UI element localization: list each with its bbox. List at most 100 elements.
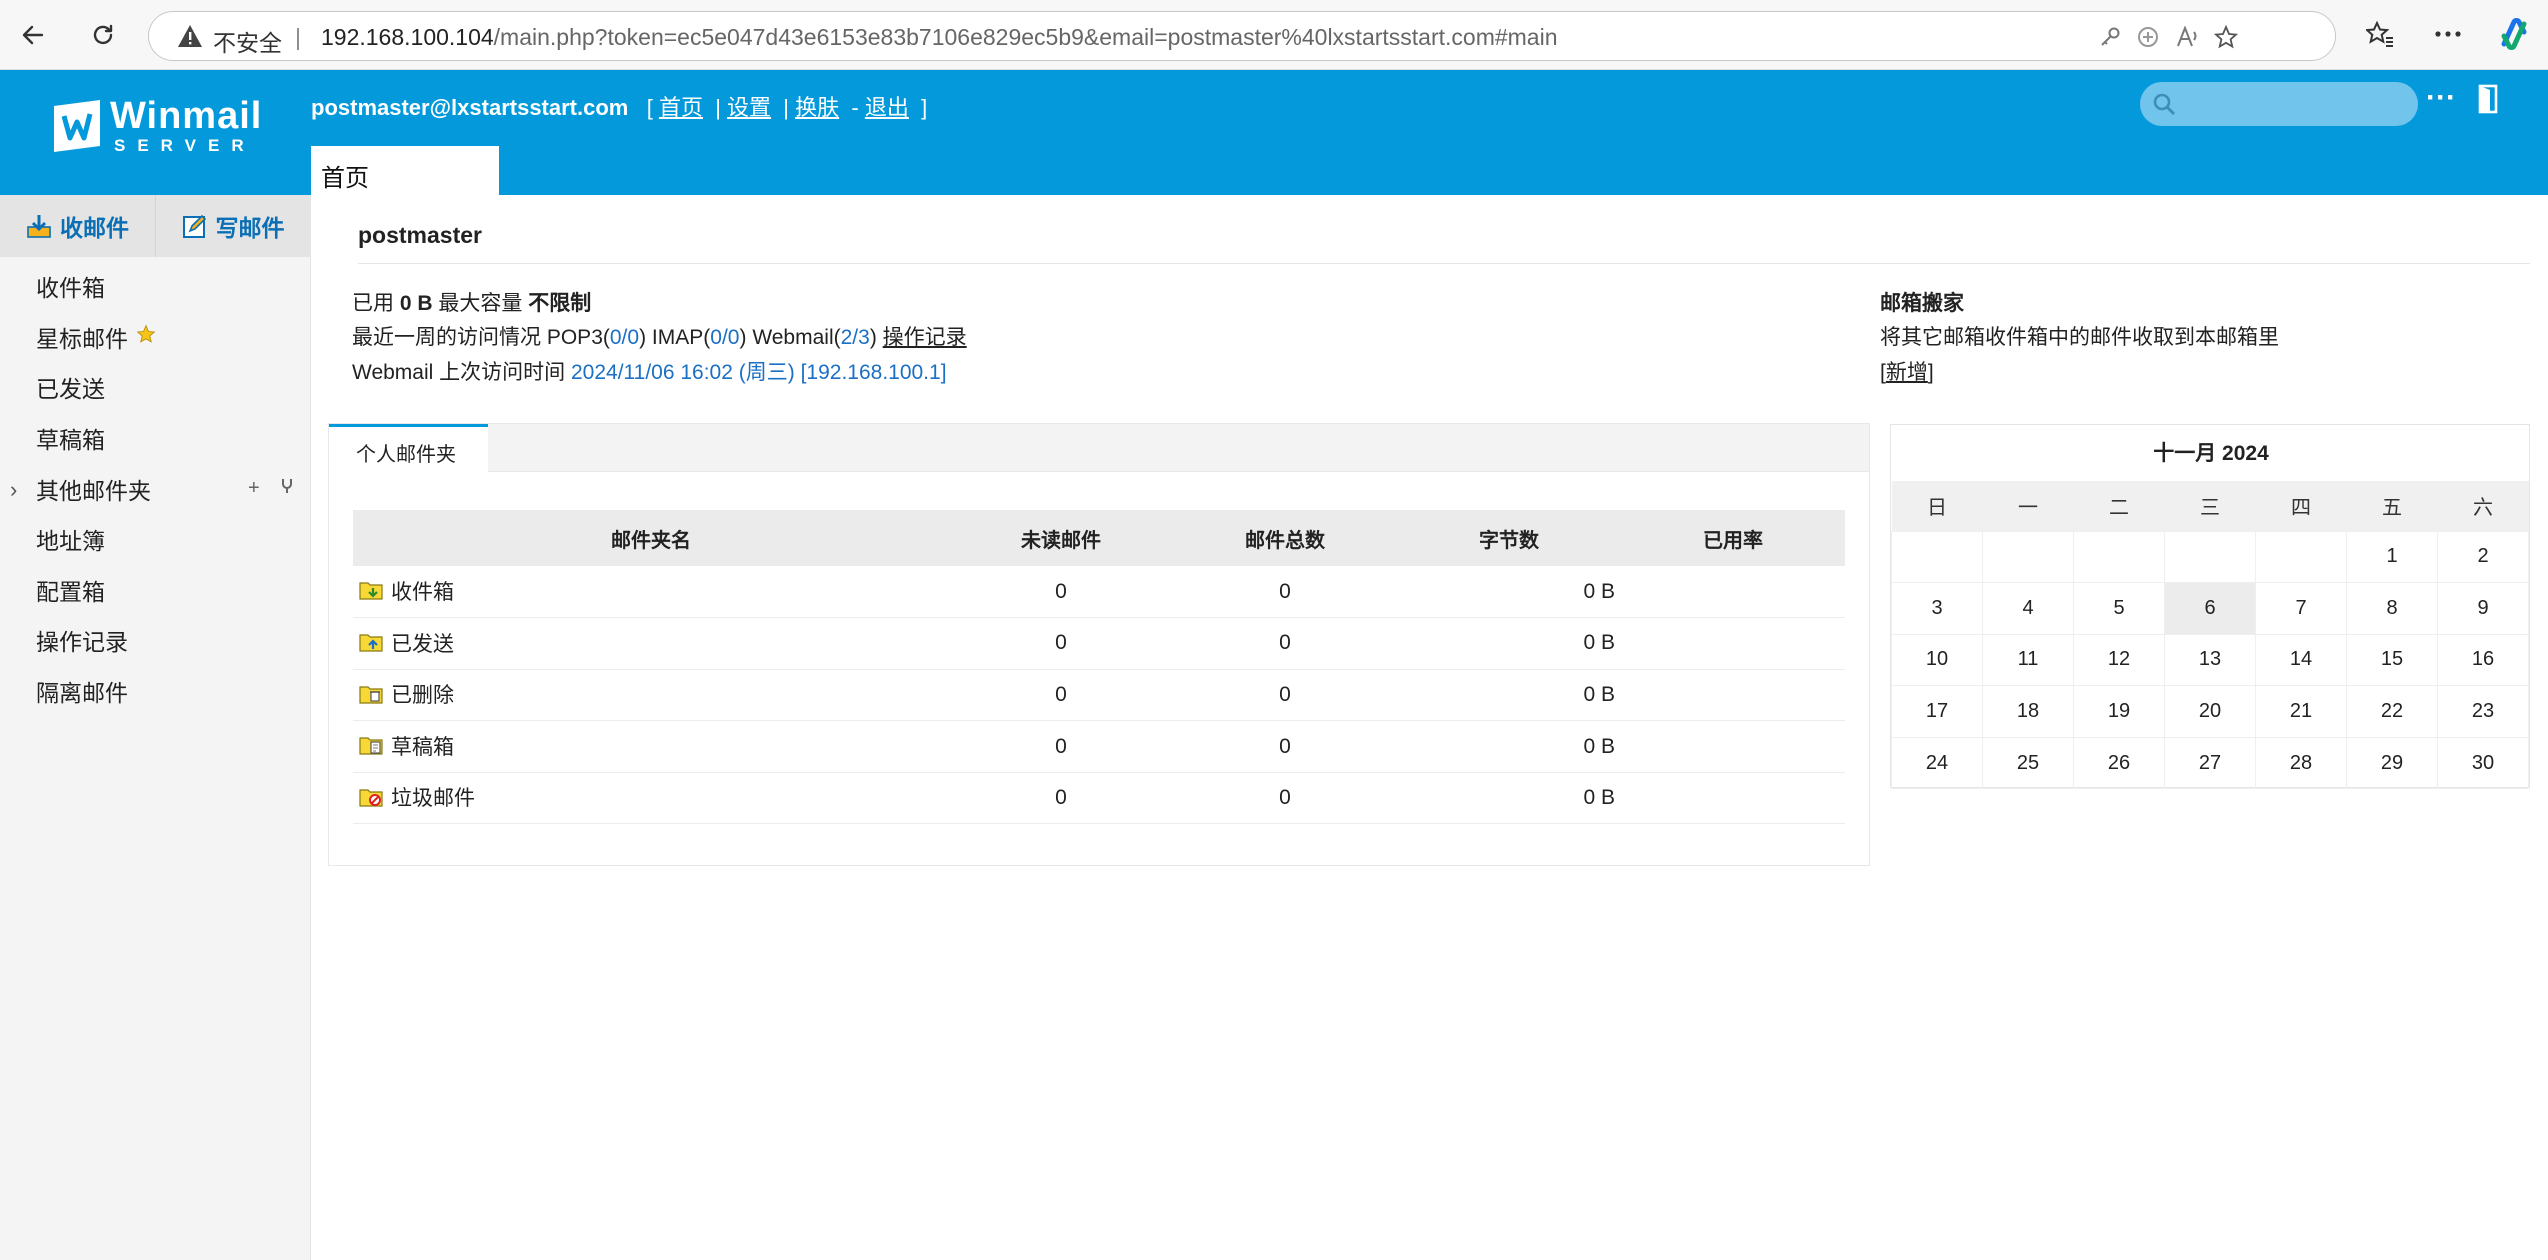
calendar-day[interactable]: 6 <box>2164 582 2256 635</box>
tab-home[interactable]: 首页 <box>311 146 499 195</box>
app-header: Winmail SERVER postmaster@lxstartsstart.… <box>0 70 2548 195</box>
calendar-day[interactable]: 15 <box>2346 633 2438 687</box>
sidebar-item-other-folders[interactable]: › 其他邮件夹 + <box>0 463 310 514</box>
calendar-day[interactable]: 22 <box>2346 685 2438 738</box>
calendar-day[interactable]: 29 <box>2346 736 2438 790</box>
inbox-folder-icon <box>359 579 385 607</box>
receive-mail-button[interactable]: 收邮件 <box>0 195 155 257</box>
address-bar[interactable]: 不安全 | 192.168.100.104/main.php?token=ec5… <box>148 11 2336 61</box>
exit-door-icon[interactable] <box>2476 84 2500 119</box>
max-value: 不限制 <box>528 292 592 315</box>
table-row[interactable]: 已删除 0 0 0 B <box>353 669 1845 722</box>
folder-name[interactable]: 已删除 <box>391 684 454 707</box>
calendar-day[interactable]: 8 <box>2346 582 2438 635</box>
search-input[interactable] <box>2140 82 2418 126</box>
url-text[interactable]: 192.168.100.104/main.php?token=ec5e047d4… <box>321 24 1558 51</box>
operation-log-link[interactable]: 操作记录 <box>883 326 967 349</box>
usage-rate <box>1621 566 1845 619</box>
calendar-day[interactable]: 27 <box>2164 736 2256 790</box>
chevron-right-icon[interactable]: › <box>10 477 17 503</box>
calendar-day[interactable]: 13 <box>2164 633 2256 687</box>
folder-name[interactable]: 收件箱 <box>391 581 454 604</box>
calendar-day[interactable]: 9 <box>2437 582 2529 635</box>
calendar-day[interactable]: 18 <box>1982 685 2074 738</box>
logo-main: Winmail <box>110 95 263 137</box>
sidebar-item-quarantine[interactable]: 隔离邮件 <box>0 666 310 717</box>
warning-icon[interactable] <box>177 24 203 53</box>
security-label[interactable]: 不安全 <box>213 24 282 58</box>
calendar-day[interactable]: 24 <box>1891 736 1983 790</box>
read-aloud-icon[interactable] <box>2175 24 2201 50</box>
sidebar-item-operation-log[interactable]: 操作记录 <box>0 615 310 666</box>
skin-link[interactable]: 换肤 <box>795 95 839 120</box>
calendar-day[interactable]: 14 <box>2255 633 2347 687</box>
calendar-day[interactable]: 12 <box>2073 633 2165 687</box>
separator: | <box>295 24 301 50</box>
unread-count: 0 <box>949 772 1173 825</box>
calendar-day[interactable]: 26 <box>2073 736 2165 790</box>
calendar-day[interactable]: 25 <box>1982 736 2074 790</box>
weekday-label: 日 <box>1891 481 1983 531</box>
receive-mail-label: 收邮件 <box>60 215 129 241</box>
more-icon[interactable]: ··· <box>2426 83 2456 113</box>
calendar-day[interactable]: 1 <box>2346 530 2438 584</box>
calendar-day[interactable]: 28 <box>2255 736 2347 790</box>
sidebar-item-starred[interactable]: 星标邮件 <box>0 312 310 363</box>
unread-count: 0 <box>949 720 1173 773</box>
calendar-day[interactable]: 3 <box>1891 582 1983 635</box>
weekday-row: 日 一 二 三 四 五 六 <box>1891 481 2529 531</box>
migration-add-line: [新增] <box>1880 361 1934 384</box>
used-value: 0 B <box>399 292 433 315</box>
total-count: 0 <box>1173 566 1397 619</box>
sidebar-item-sent[interactable]: 已发送 <box>0 362 310 413</box>
calendar-day[interactable]: 11 <box>1982 633 2074 687</box>
last-visit-label: Webmail 上次访问时间 <box>352 361 566 384</box>
sidebar-item-address-book[interactable]: 地址簿 <box>0 514 310 565</box>
manage-folder-icon[interactable] <box>280 478 294 499</box>
sidebar-item-label: 其他邮件夹 <box>36 477 151 504</box>
table-row[interactable]: 收件箱 0 0 0 B <box>353 566 1845 619</box>
folder-name[interactable]: 已发送 <box>391 633 454 656</box>
home-link[interactable]: 首页 <box>659 95 703 120</box>
calendar-day[interactable]: 2 <box>2437 530 2529 584</box>
calendar-day[interactable]: 30 <box>2437 736 2529 790</box>
refresh-icon[interactable] <box>80 12 126 58</box>
sidebar-item-inbox[interactable]: 收件箱 <box>0 261 310 312</box>
tab-personal-folders[interactable]: 个人邮件夹 <box>329 424 488 472</box>
sidebar-item-label: 星标邮件 <box>36 325 128 352</box>
sidebar-item-drafts[interactable]: 草稿箱 <box>0 413 310 464</box>
calendar-day[interactable]: 21 <box>2255 685 2347 738</box>
calendar-day[interactable]: 17 <box>1891 685 1983 738</box>
settings-link[interactable]: 设置 <box>727 95 771 120</box>
add-folder-icon[interactable]: + <box>248 477 260 500</box>
back-icon[interactable] <box>10 12 56 58</box>
copilot-icon[interactable] <box>2494 14 2534 54</box>
calendar-day[interactable]: 7 <box>2255 582 2347 635</box>
sidebar-item-config[interactable]: 配置箱 <box>0 565 310 616</box>
sidebar-item-label: 草稿箱 <box>36 427 105 454</box>
calendar-day[interactable]: 19 <box>2073 685 2165 738</box>
calendar-day[interactable]: 10 <box>1891 633 1983 687</box>
calendar-day[interactable]: 20 <box>2164 685 2256 738</box>
compose-mail-button[interactable]: 写邮件 <box>155 195 310 257</box>
translate-icon[interactable] <box>2135 24 2161 50</box>
favorite-star-icon[interactable] <box>2213 24 2239 50</box>
calendar-day[interactable]: 16 <box>2437 633 2529 687</box>
table-row[interactable]: 垃圾邮件 0 0 0 B <box>353 772 1845 825</box>
logout-link[interactable]: 退出 <box>865 95 909 120</box>
migration-add-link[interactable]: 新增 <box>1886 361 1928 384</box>
key-icon[interactable] <box>2097 24 2123 50</box>
calendar-day[interactable]: 23 <box>2437 685 2529 738</box>
more-menu-icon[interactable] <box>2428 14 2468 54</box>
favorites-icon[interactable] <box>2360 14 2400 54</box>
table-row[interactable]: 草稿箱 0 0 0 B <box>353 720 1845 773</box>
folder-name[interactable]: 草稿箱 <box>391 736 454 759</box>
winmail-logo-icon <box>50 98 104 159</box>
table-row[interactable]: 已发送 0 0 0 B <box>353 617 1845 670</box>
byte-size: 0 B <box>1397 772 1621 825</box>
calendar-week-row: 10 11 12 13 14 15 16 <box>1891 633 2529 687</box>
calendar-day[interactable]: 5 <box>2073 582 2165 635</box>
sidebar-item-label: 配置箱 <box>36 578 105 605</box>
folder-name[interactable]: 垃圾邮件 <box>391 787 475 810</box>
calendar-day[interactable]: 4 <box>1982 582 2074 635</box>
